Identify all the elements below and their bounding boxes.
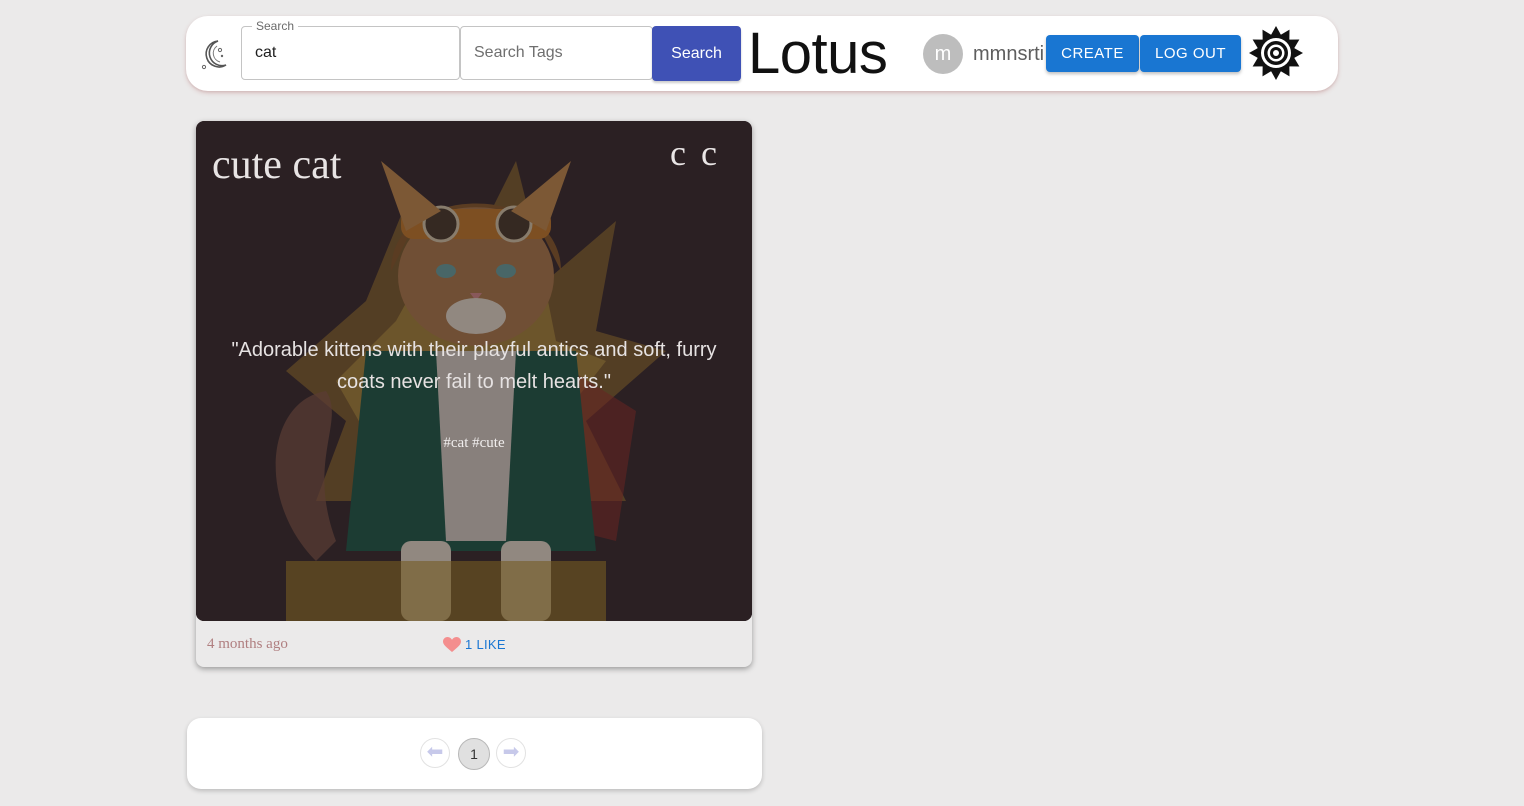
arrow-right-icon[interactable]: ➡ xyxy=(496,738,526,768)
lotus-logo-icon xyxy=(1248,25,1304,81)
tags-input[interactable] xyxy=(461,27,652,79)
more-options-icon[interactable]: c xyxy=(696,135,722,171)
tags-field[interactable] xyxy=(460,26,653,80)
create-button[interactable]: CREATE xyxy=(1046,35,1139,72)
brand-title: Lotus xyxy=(748,21,888,86)
post-footer: 4 months ago 1 LIKE xyxy=(196,621,752,667)
search-field[interactable]: Search xyxy=(241,19,460,80)
pagination-bar: ⬅ 1 ➡ xyxy=(187,718,762,789)
arrow-left-icon[interactable]: ⬅ xyxy=(420,738,450,768)
top-navigation-bar: Search Search Lotus m mmnsrti CREATE LOG… xyxy=(186,16,1338,91)
post-message: "Adorable kittens with their playful ant… xyxy=(231,339,717,393)
post-card[interactable]: cute cat c c "Adorable kittens with thei… xyxy=(196,121,752,667)
post-timestamp: 4 months ago xyxy=(207,636,288,652)
post-tags: #cat #cute xyxy=(443,435,505,451)
avatar[interactable]: m xyxy=(923,34,963,74)
post-title: cute cat xyxy=(212,142,342,188)
username: mmnsrti xyxy=(973,43,1045,65)
like-count: 1 LIKE xyxy=(465,637,506,652)
search-button[interactable]: Search xyxy=(652,26,741,81)
search-input[interactable] xyxy=(242,27,459,79)
heart-icon xyxy=(443,637,461,653)
logout-button[interactable]: LOG OUT xyxy=(1140,35,1241,72)
page-button-1[interactable]: 1 xyxy=(458,738,490,770)
post-image[interactable]: cute cat c c "Adorable kittens with thei… xyxy=(196,121,752,621)
moon-icon[interactable] xyxy=(198,36,230,72)
more-options-icon[interactable]: c xyxy=(665,135,691,171)
